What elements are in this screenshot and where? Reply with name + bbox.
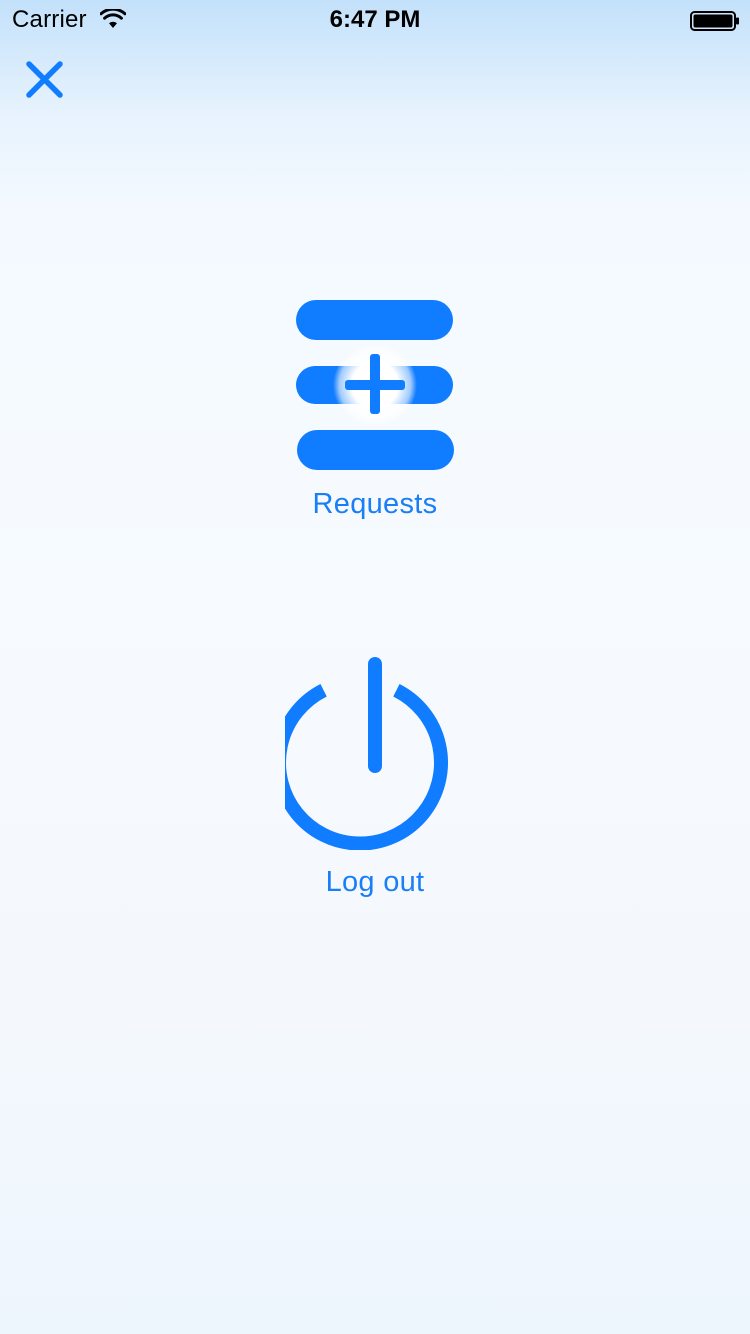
- logout-button[interactable]: Log out: [225, 650, 525, 898]
- power-icon: [285, 657, 448, 850]
- logout-label: Log out: [325, 866, 425, 898]
- close-icon: [26, 61, 63, 98]
- requests-add-icon: [296, 300, 454, 470]
- status-time: 6:47 PM: [329, 6, 421, 33]
- requests-label: Requests: [312, 488, 438, 520]
- status-bar: Carrier 6:47 PM: [0, 0, 750, 40]
- battery-icon: [690, 11, 739, 31]
- close-button[interactable]: [20, 56, 70, 106]
- requests-button[interactable]: Requests: [225, 290, 525, 530]
